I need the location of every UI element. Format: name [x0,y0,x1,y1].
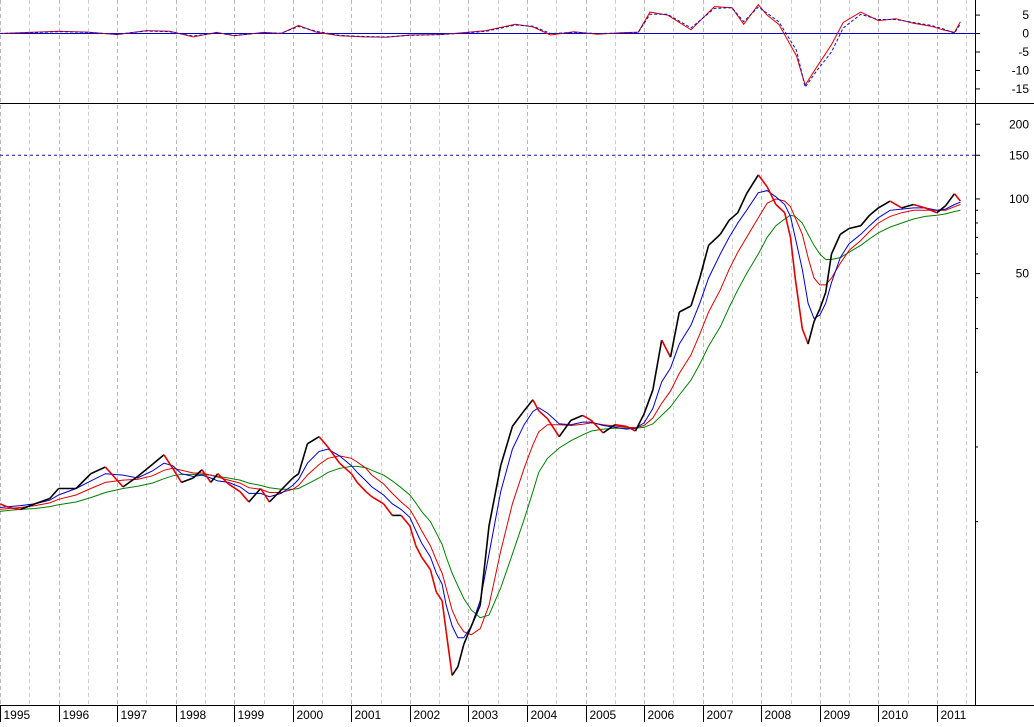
osc-y-tick-label: -15 [1012,82,1030,96]
x-tick-label-1997: 1997 [121,708,148,722]
x-tick-label-1996: 1996 [63,708,90,722]
price-y-tick-label: 150 [1009,148,1029,162]
x-tick-label-1998: 1998 [180,708,207,722]
osc-y-tick-label: -10 [1012,63,1030,77]
osc-y-tick-label: 0 [1022,27,1029,41]
price-y-tick-label: 50 [1016,267,1030,281]
chart-container: 5 0 -5 -10 -15 200 150 100 50 1995 1996 1997 1998 199… [0,0,1034,722]
x-tick-label-2000: 2000 [297,708,324,722]
x-tick-label-2009: 2009 [824,708,851,722]
x-tick-label-2003: 2003 [472,708,499,722]
x-tick-label-2008: 2008 [765,708,792,722]
x-tick-label-2007: 2007 [707,708,734,722]
x-tick-label-2010: 2010 [882,708,909,722]
price-y-tick-label: 200 [1009,117,1029,131]
x-tick-label-2011: 2011 [941,708,967,722]
x-tick-label-2001: 2001 [355,708,382,722]
x-tick-label-1999: 1999 [238,708,265,722]
x-tick-label-2004: 2004 [531,708,558,722]
x-tick-label-2006: 2006 [648,708,675,722]
osc-y-tick-label: 5 [1022,8,1029,22]
chart-svg: 50-5-10-15200150100501995 1996 1997 1998 199… [0,0,1034,722]
price-y-tick-label: 100 [1009,192,1029,206]
x-tick-label-2005: 2005 [590,708,617,722]
x-tick-label-1995: 1995 [4,708,31,722]
osc-y-tick-label: -5 [1018,45,1029,59]
x-tick-label-2002: 2002 [414,708,441,722]
